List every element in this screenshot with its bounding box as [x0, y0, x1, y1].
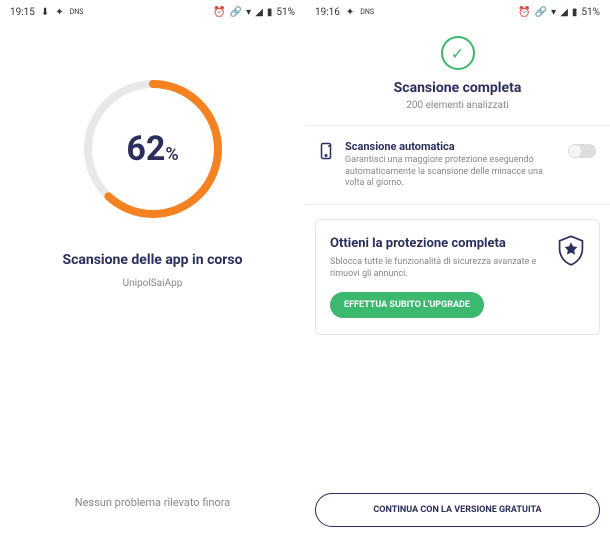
shield-star-icon [557, 234, 585, 266]
dns-icon: DNS [360, 8, 374, 16]
avast-icon: ✦ [55, 7, 63, 18]
battery-icon: ▮ [572, 7, 578, 18]
download-icon: ⬇ [41, 7, 49, 18]
complete-title: Scansione completa [305, 80, 610, 96]
scan-title: Scansione delle app in corso [62, 252, 242, 268]
auto-scan-row: Scansione automatica Garantisci una magg… [305, 125, 610, 205]
status-bar: 19:16 ✦ DNS ⏰ 🔗 ▾ ◢ ▮ 51% [305, 0, 610, 24]
dns-icon: DNS [70, 8, 84, 16]
complete-subtitle: 200 elementi analizzati [305, 100, 610, 111]
status-battery: 51% [581, 7, 600, 18]
auto-scan-title: Scansione automatica [345, 140, 558, 153]
status-bar: 19:15 ⬇ ✦ DNS ⏰ 🔗 ▾ ◢ ▮ 51% [0, 0, 305, 24]
auto-scan-desc: Garantisci una maggiore protezione esegu… [345, 155, 558, 190]
signal-icon: ◢ [255, 7, 263, 18]
auto-scan-toggle[interactable] [568, 144, 596, 158]
status-time: 19:15 [10, 7, 35, 18]
check-icon: ✓ [441, 36, 475, 70]
wifi-icon: ▾ [246, 7, 251, 18]
scan-progress-area: 62% Scansione delle app in corso UnipolS… [0, 24, 305, 539]
signal-icon: ◢ [560, 7, 568, 18]
screen-complete: 19:16 ✦ DNS ⏰ 🔗 ▾ ◢ ▮ 51% ✓ Scansione co… [305, 0, 610, 539]
upgrade-button[interactable]: EFFETTUA SUBITO L'UPGRADE [330, 292, 484, 318]
battery-icon: ▮ [267, 7, 273, 18]
progress-ring: 62% [78, 74, 228, 224]
scan-current-app: UnipolSaiApp [123, 278, 183, 289]
promo-desc: Sblocca tutte le funzionalità di sicurez… [330, 257, 585, 280]
phone-scan-icon [317, 142, 335, 160]
promo-title: Ottieni la protezione completa [330, 236, 585, 251]
scan-footer-message: Nessun problema rilevato finora [75, 496, 231, 509]
link-icon: 🔗 [535, 7, 547, 18]
wifi-icon: ▾ [551, 7, 556, 18]
link-icon: 🔗 [230, 7, 242, 18]
result-area: ✓ Scansione completa 200 elementi analiz… [305, 24, 610, 539]
progress-value: 62% [126, 129, 178, 169]
avast-icon: ✦ [346, 7, 354, 18]
screen-scanning: 19:15 ⬇ ✦ DNS ⏰ 🔗 ▾ ◢ ▮ 51% 62% Scansion… [0, 0, 305, 539]
status-battery: 51% [276, 7, 295, 18]
alarm-icon: ⏰ [213, 7, 225, 18]
alarm-icon: ⏰ [518, 7, 530, 18]
promo-card: Ottieni la protezione completa Sblocca t… [315, 219, 600, 335]
status-time: 19:16 [315, 7, 340, 18]
continue-free-button[interactable]: CONTINUA CON LA VERSIONE GRATUITA [315, 493, 600, 527]
